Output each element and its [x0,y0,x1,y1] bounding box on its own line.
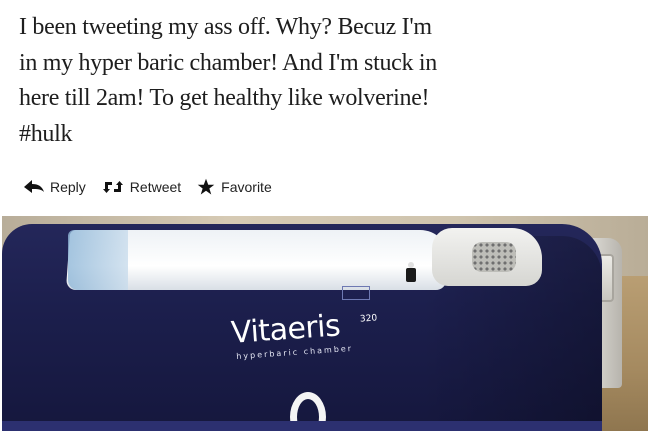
tweet-card: I been tweeting my ass off. Why? Becuz I… [0,0,650,433]
retweet-icon [102,180,124,194]
reply-arrow-icon [24,180,44,194]
cover-stripe [2,421,602,431]
headrest-vent [472,242,516,272]
brand-model: 320 [359,313,378,325]
retweet-button[interactable]: Retweet [102,179,181,195]
retweet-label: Retweet [129,179,182,195]
tweet-photo[interactable]: Vitaeris 320 hyperbaric chamber [2,216,648,431]
chamber-tag [342,286,370,300]
favorite-button[interactable]: Favorite [197,178,272,196]
valve-knob [406,262,416,282]
reply-label: Reply [50,179,86,195]
reply-button[interactable]: Reply [24,179,86,195]
tweet-actions: Reply Retweet Favorite [24,175,272,199]
window-edge [68,230,128,290]
favorite-label: Favorite [221,179,272,195]
tweet-text: I been tweeting my ass off. Why? Becuz I… [19,14,437,147]
star-icon [197,178,215,196]
